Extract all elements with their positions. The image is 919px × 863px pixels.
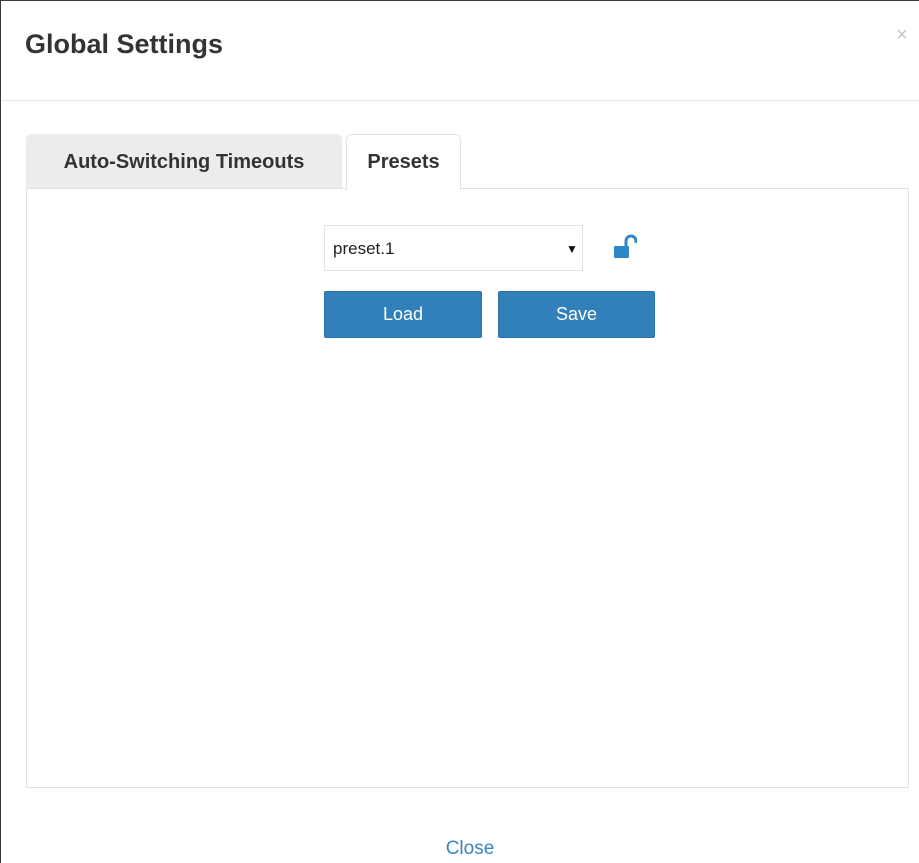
global-settings-dialog: Global Settings × Auto-Switching Timeout… <box>0 0 919 863</box>
tab-auto-switching-timeouts[interactable]: Auto-Switching Timeouts <box>26 134 342 189</box>
load-button[interactable]: Load <box>324 291 482 338</box>
close-link[interactable]: Close <box>437 837 503 861</box>
tab-presets[interactable]: Presets <box>346 134 461 190</box>
preset-select[interactable]: preset.1 ▼ <box>324 225 583 271</box>
close-icon[interactable]: × <box>892 25 912 45</box>
chevron-down-icon: ▼ <box>566 242 578 256</box>
save-button[interactable]: Save <box>498 291 655 338</box>
presets-tab-panel <box>26 188 909 788</box>
header-divider <box>2 100 919 101</box>
unlocked-lock-icon[interactable] <box>613 234 638 260</box>
dialog-title: Global Settings <box>25 29 224 59</box>
preset-select-value: preset.1 <box>333 239 395 258</box>
